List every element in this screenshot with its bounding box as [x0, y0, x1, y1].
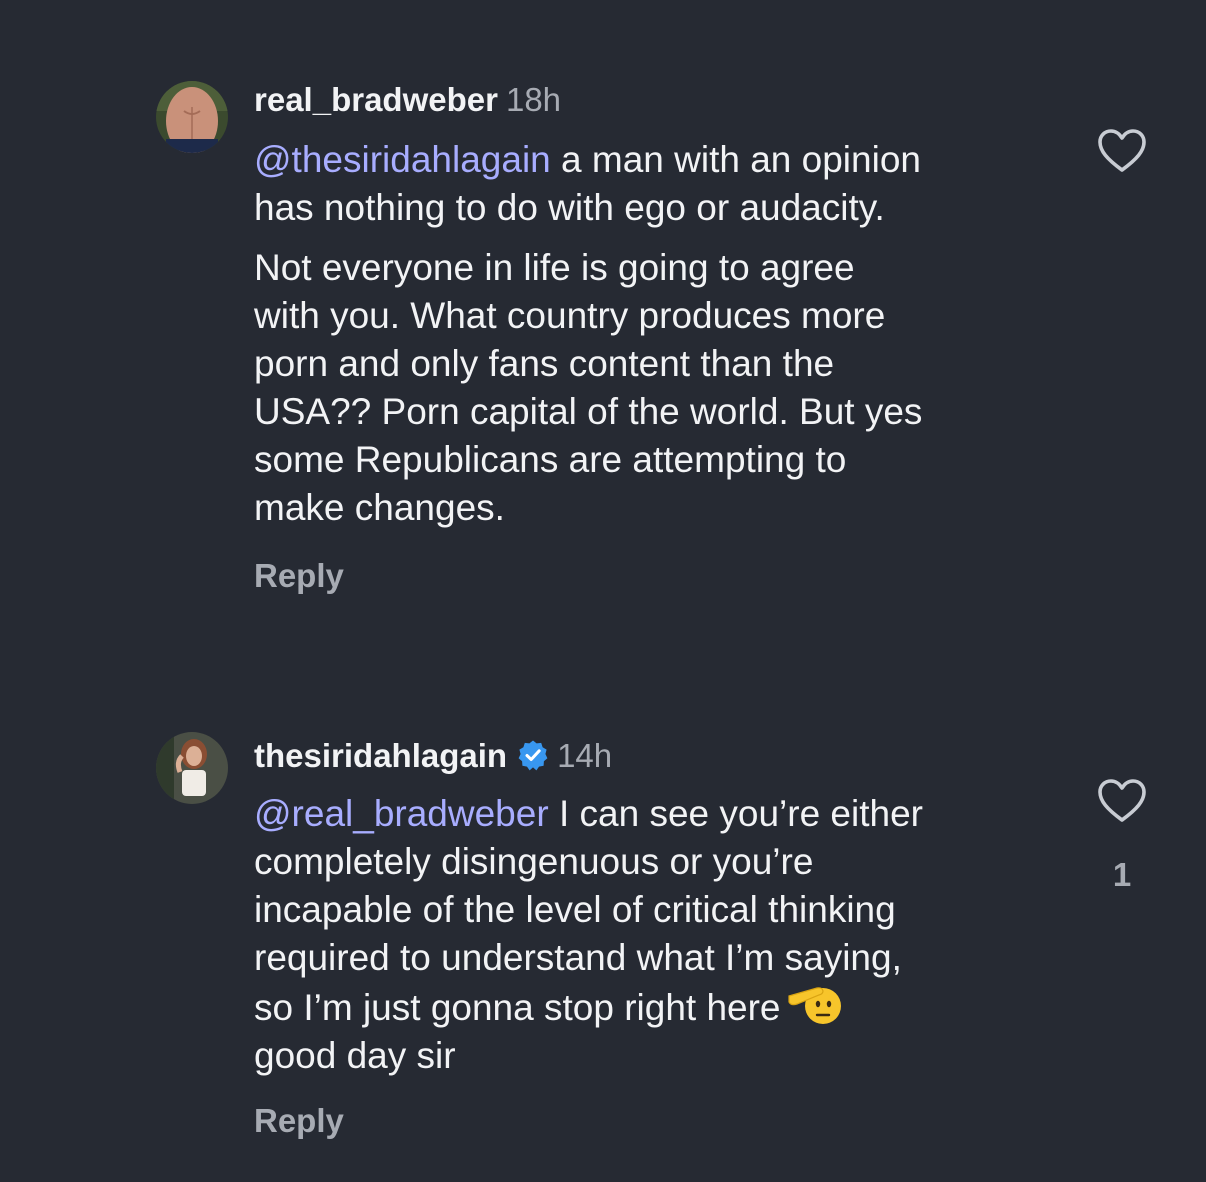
avatar[interactable]	[156, 732, 228, 804]
comment-text-line: some Republicans are attempting to	[254, 439, 847, 480]
comment-text-line: so I’m just gonna stop right here	[254, 987, 781, 1028]
mention-link[interactable]: @thesiridahlagain	[254, 139, 551, 180]
comment-text-line: with you. What country produces more	[254, 295, 886, 336]
avatar[interactable]	[156, 81, 228, 153]
saluting-face-emoji	[787, 987, 841, 1024]
comment-text: @thesiridahlagain a man with an opinion …	[254, 136, 1054, 532]
woman-portrait-avatar	[156, 732, 228, 804]
comment-text-line: good day sir	[254, 1035, 456, 1076]
comment-header: thesiridahlagain 14h	[254, 736, 612, 776]
comment-text-line: Not everyone in life is going to agree	[254, 247, 855, 288]
comment-text-line: completely disingenuous or you’re	[254, 841, 814, 882]
comment-text-line: a man with an opinion	[550, 139, 921, 180]
comment-text-line: make changes.	[254, 487, 505, 528]
timestamp: 18h	[505, 81, 562, 118]
like-count[interactable]: 1	[1104, 856, 1140, 894]
reply-button[interactable]: Reply	[254, 557, 344, 595]
reply-button[interactable]: Reply	[254, 1102, 344, 1140]
verified-badge-icon	[518, 740, 548, 771]
heart-icon[interactable]	[1097, 128, 1147, 174]
comment-text-line: USA?? Porn capital of the world. But yes	[254, 391, 923, 432]
comment-text-line: incapable of the level of critical think…	[254, 889, 896, 930]
comment-text-line: has nothing to do with ego or audacity.	[254, 187, 885, 228]
shirtless-torso-avatar	[156, 81, 228, 153]
heart-icon[interactable]	[1097, 778, 1147, 824]
mention-link[interactable]: @real_bradweber	[254, 793, 549, 834]
comment-text: @real_bradweber I can see you’re either …	[254, 790, 1054, 1080]
comment-text-line: I can see you’re either	[548, 793, 923, 834]
username[interactable]: thesiridahlagain	[254, 737, 507, 774]
comment-header: real_bradweber 18h	[254, 80, 561, 120]
username[interactable]: real_bradweber	[254, 81, 498, 118]
timestamp: 14h	[557, 737, 613, 774]
comment-text-line: required to understand what I’m saying,	[254, 937, 902, 978]
comment-text-line: porn and only fans content than the	[254, 343, 835, 384]
